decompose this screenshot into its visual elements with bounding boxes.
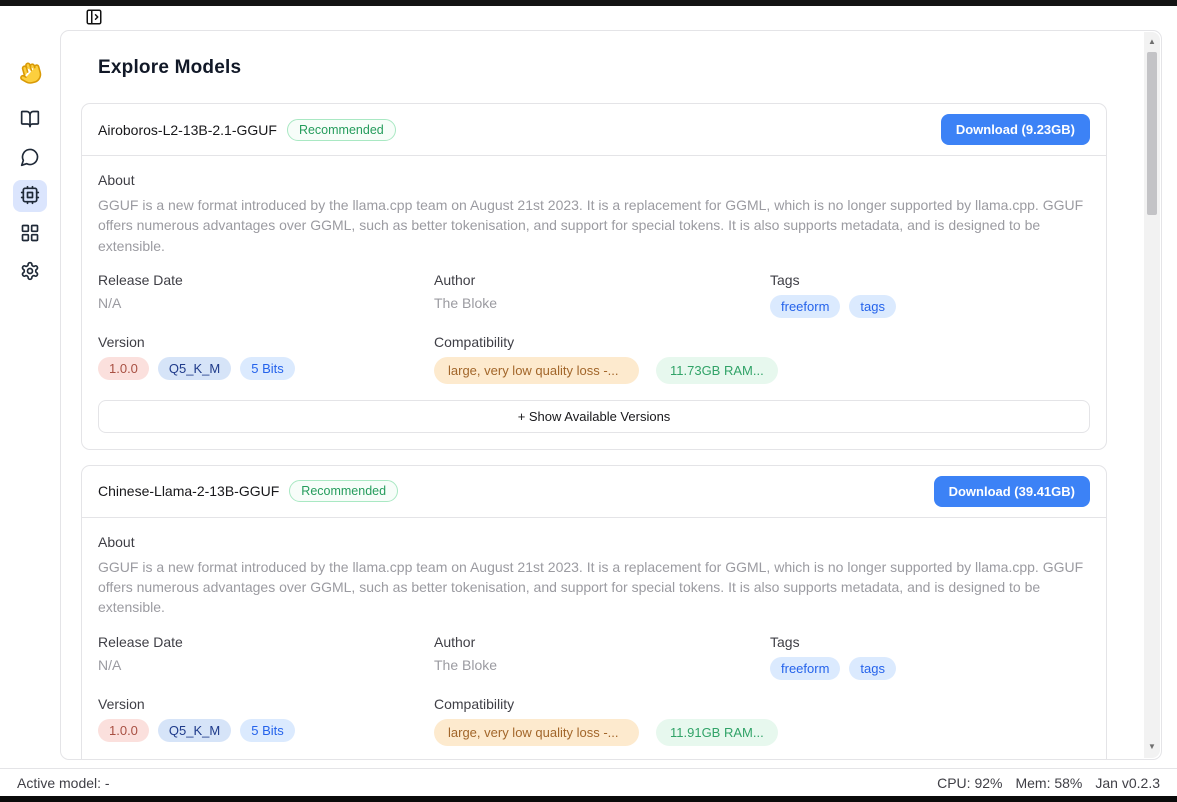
about-label: About xyxy=(98,534,1090,550)
release-date-value: N/A xyxy=(98,657,434,673)
tags-field: Tags freeform tags xyxy=(770,272,1090,318)
version-row: Version 1.0.0 Q5_K_M 5 Bits Compatibilit… xyxy=(98,334,1090,384)
grid-icon xyxy=(20,223,40,246)
sidebar-item-welcome[interactable] xyxy=(13,58,47,90)
author-value: The Bloke xyxy=(434,657,770,673)
cpu-chip-icon xyxy=(20,185,40,208)
panel-scroll-area: Explore Models Airoboros-L2-13B-2.1-GGUF… xyxy=(61,31,1161,759)
compatibility-label: Compatibility xyxy=(434,334,1090,350)
tag-pill: tags xyxy=(849,295,896,318)
model-name: Chinese-Llama-2-13B-GGUF xyxy=(98,483,279,499)
book-open-icon xyxy=(20,109,40,132)
app-version: Jan v0.2.3 xyxy=(1095,775,1160,791)
sidebar-item-settings[interactable] xyxy=(13,256,47,288)
about-text: GGUF is a new format introduced by the l… xyxy=(98,557,1090,618)
tags-label: Tags xyxy=(770,272,1090,288)
bottom-taskbar-strip xyxy=(0,796,1177,802)
compatibility-field: Compatibility large, very low quality lo… xyxy=(434,696,1090,746)
gear-icon xyxy=(20,261,40,284)
about-text: GGUF is a new format introduced by the l… xyxy=(98,195,1090,256)
recommended-badge: Recommended xyxy=(289,480,398,502)
author-field: Author The Bloke xyxy=(434,634,770,680)
quality-pill: large, very low quality loss -... xyxy=(434,357,639,384)
download-button[interactable]: Download (9.23GB) xyxy=(941,114,1090,145)
version-pill: 1.0.0 xyxy=(98,719,149,742)
model-card: Chinese-Llama-2-13B-GGUF Recommended Dow… xyxy=(81,465,1107,759)
tag-pill: freeform xyxy=(770,657,840,680)
active-model-status: Active model: - xyxy=(17,775,110,791)
release-date-field: Release Date N/A xyxy=(98,634,434,680)
ram-pill: 11.73GB RAM... xyxy=(656,357,778,384)
model-card-body: About GGUF is a new format introduced by… xyxy=(82,518,1106,759)
topbar xyxy=(60,6,1177,30)
model-card-header: Chinese-Llama-2-13B-GGUF Recommended Dow… xyxy=(82,466,1106,518)
meta-row: Release Date N/A Author The Bloke Tags f… xyxy=(98,634,1090,680)
version-row: Version 1.0.0 Q5_K_M 5 Bits Compatibilit… xyxy=(98,696,1090,746)
release-date-label: Release Date xyxy=(98,272,434,288)
bits-pill: 5 Bits xyxy=(240,719,295,742)
release-date-field: Release Date N/A xyxy=(98,272,434,318)
compatibility-field: Compatibility large, very low quality lo… xyxy=(434,334,1090,384)
compatibility-label: Compatibility xyxy=(434,696,1090,712)
sidebar-item-explore-models[interactable] xyxy=(13,180,47,212)
meta-row: Release Date N/A Author The Bloke Tags f… xyxy=(98,272,1090,318)
version-label: Version xyxy=(98,334,434,350)
model-card: Airoboros-L2-13B-2.1-GGUF Recommended Do… xyxy=(81,103,1107,450)
tag-pill: tags xyxy=(849,657,896,680)
model-name: Airoboros-L2-13B-2.1-GGUF xyxy=(98,122,277,138)
scrollbar[interactable]: ▲ ▼ xyxy=(1144,32,1160,758)
model-card-body: About GGUF is a new format introduced by… xyxy=(82,156,1106,449)
release-date-label: Release Date xyxy=(98,634,434,650)
release-date-value: N/A xyxy=(98,295,434,311)
tags-field: Tags freeform tags xyxy=(770,634,1090,680)
scroll-up-arrow[interactable]: ▲ xyxy=(1148,35,1156,49)
about-label: About xyxy=(98,172,1090,188)
tag-pill: freeform xyxy=(770,295,840,318)
quant-pill: Q5_K_M xyxy=(158,719,231,742)
chat-bubble-icon xyxy=(20,147,40,170)
tags-label: Tags xyxy=(770,634,1090,650)
version-pill: 1.0.0 xyxy=(98,357,149,380)
download-button[interactable]: Download (39.41GB) xyxy=(934,476,1090,507)
cpu-usage: CPU: 92% xyxy=(937,775,1002,791)
panel-toggle-button[interactable] xyxy=(85,8,103,29)
main-area: Explore Models Airoboros-L2-13B-2.1-GGUF… xyxy=(60,6,1177,768)
quant-pill: Q5_K_M xyxy=(158,357,231,380)
scrollbar-thumb[interactable] xyxy=(1147,52,1157,215)
model-card-header: Airoboros-L2-13B-2.1-GGUF Recommended Do… xyxy=(82,104,1106,156)
status-bar: Active model: - CPU: 92% Mem: 58% Jan v0… xyxy=(0,768,1177,796)
recommended-badge: Recommended xyxy=(287,119,396,141)
author-field: Author The Bloke xyxy=(434,272,770,318)
mem-usage: Mem: 58% xyxy=(1015,775,1082,791)
scroll-down-arrow[interactable]: ▼ xyxy=(1148,740,1156,754)
author-label: Author xyxy=(434,272,770,288)
panel-left-open-icon xyxy=(85,14,103,29)
author-value: The Bloke xyxy=(434,295,770,311)
app-window: Explore Models Airoboros-L2-13B-2.1-GGUF… xyxy=(0,6,1177,768)
bits-pill: 5 Bits xyxy=(240,357,295,380)
sidebar-item-chat[interactable] xyxy=(13,142,47,174)
ram-pill: 11.91GB RAM... xyxy=(656,719,778,746)
sidebar xyxy=(0,6,60,768)
quality-pill: large, very low quality loss -... xyxy=(434,719,639,746)
sidebar-item-apps[interactable] xyxy=(13,218,47,250)
show-available-versions-button[interactable]: + Show Available Versions xyxy=(98,400,1090,433)
version-field: Version 1.0.0 Q5_K_M 5 Bits xyxy=(98,696,434,746)
author-label: Author xyxy=(434,634,770,650)
version-label: Version xyxy=(98,696,434,712)
explore-models-panel: Explore Models Airoboros-L2-13B-2.1-GGUF… xyxy=(60,30,1162,760)
page-title: Explore Models xyxy=(98,57,1107,79)
wave-hand-icon xyxy=(18,61,42,88)
sidebar-item-docs[interactable] xyxy=(13,104,47,136)
version-field: Version 1.0.0 Q5_K_M 5 Bits xyxy=(98,334,434,384)
